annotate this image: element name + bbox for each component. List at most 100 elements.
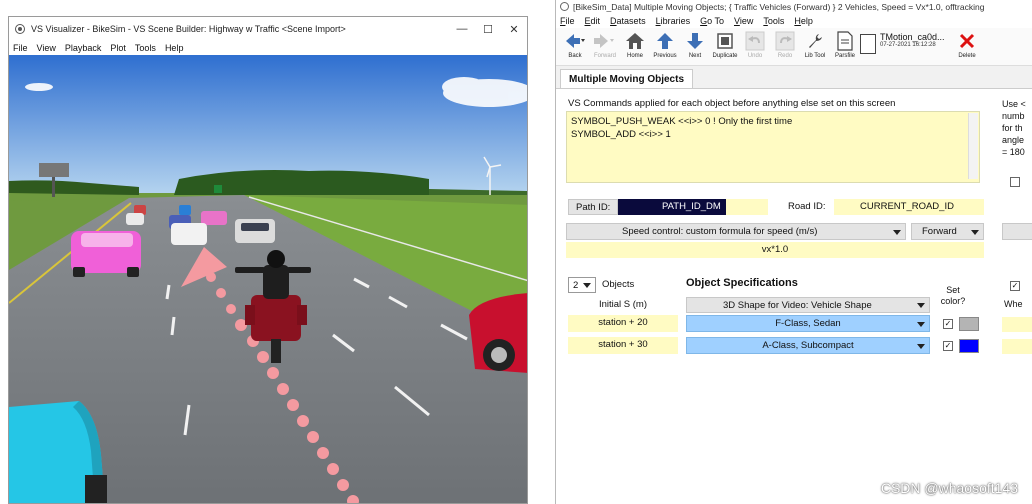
menu-go-to[interactable]: Go To <box>700 16 724 26</box>
chevron-down-icon <box>917 321 925 327</box>
watermark: CSDN @whaosoft143 <box>880 480 1018 496</box>
initial-s-header: Initial S (m) <box>598 299 648 310</box>
dataset-name: TMotion_ca0d... <box>880 32 945 42</box>
right-partial-panel: Use < numb for th angle = 180 ✓ Whe <box>988 89 1032 504</box>
path-id-field[interactable]: PATH_ID_DM <box>618 199 726 215</box>
object-count-dropdown[interactable]: 2 <box>568 277 596 293</box>
set-color-header: Set color? <box>940 285 966 306</box>
next-button[interactable]: Next <box>680 28 710 64</box>
menu-datasets[interactable]: Datasets <box>610 16 646 26</box>
wrench-icon <box>804 30 826 52</box>
forward-button[interactable]: Forward <box>590 28 620 64</box>
speed-formula-field[interactable]: vx*1.0 <box>566 242 984 258</box>
object-specifications-title: Object Specifications <box>686 277 798 289</box>
bikesim-window: [BikeSim_Data] Multiple Moving Objects; … <box>555 0 1032 504</box>
color-swatch[interactable] <box>959 317 979 331</box>
vs-menubar: File View Playback Plot Tools Help <box>9 41 527 55</box>
commands-label: VS Commands applied for each object befo… <box>568 98 896 109</box>
dataset-file-icon <box>860 34 876 54</box>
color-swatch[interactable] <box>959 339 979 353</box>
vs-menu-plot[interactable]: Plot <box>110 43 126 53</box>
redo-icon <box>774 30 796 52</box>
speed-control-dropdown[interactable]: Speed control: custom formula for speed … <box>566 223 906 240</box>
vs-titlebar: VS Visualizer - BikeSim - VS Scene Build… <box>9 17 527 41</box>
menu-view[interactable]: View <box>734 16 753 26</box>
shape-header-dropdown[interactable]: 3D Shape for Video: Vehicle Shape <box>686 297 930 313</box>
chevron-down-icon <box>971 229 979 235</box>
set-color-checkbox[interactable]: ✓ <box>943 341 953 351</box>
undo-icon <box>744 30 766 52</box>
vs-window-title: VS Visualizer - BikeSim - VS Scene Build… <box>31 24 346 34</box>
chevron-down-icon <box>917 303 925 308</box>
minimize-icon[interactable]: — <box>449 17 475 41</box>
partial-field[interactable] <box>1002 339 1032 354</box>
menu-tools[interactable]: Tools <box>763 16 784 26</box>
vs-visualizer-window: VS Visualizer - BikeSim - VS Scene Build… <box>8 16 528 504</box>
back-arrow-icon <box>564 30 586 52</box>
dataset-info: TMotion_ca0d... 07-27-2021 16:12:28 <box>860 28 950 64</box>
command-line: SYMBOL_PUSH_WEAK <<i>> 0 ! Only the firs… <box>571 116 793 127</box>
screen-content: VS Commands applied for each object befo… <box>556 88 1032 504</box>
back-button[interactable]: Back <box>560 28 590 64</box>
vehicle-shape-dropdown[interactable]: A-Class, Subcompact <box>686 337 930 354</box>
menu-libraries[interactable]: Libraries <box>656 16 691 26</box>
bikesim-window-title: [BikeSim_Data] Multiple Moving Objects; … <box>573 1 985 12</box>
chevron-down-icon <box>917 343 925 349</box>
bikesim-app-icon <box>560 2 569 11</box>
vs-menu-view[interactable]: View <box>37 43 56 53</box>
redo-button[interactable]: Redo <box>770 28 800 64</box>
3d-scene-viewport[interactable] <box>9 55 528 504</box>
initial-s-field[interactable]: station + 20 <box>568 315 678 332</box>
road-id-field[interactable]: CURRENT_ROAD_ID <box>834 199 984 215</box>
dataset-timestamp: 07-27-2021 16:12:28 <box>880 42 936 48</box>
previous-button[interactable]: Previous <box>650 28 680 64</box>
road-id-label: Road ID: <box>788 201 826 212</box>
bikesim-menubar: File Edit Datasets Libraries Go To View … <box>556 13 1032 28</box>
partial-checkbox[interactable] <box>1010 177 1020 187</box>
partial-label: Whe <box>1004 299 1023 309</box>
home-button[interactable]: Home <box>620 28 650 64</box>
partial-label: Use < numb for th angle = 180 <box>1002 99 1026 157</box>
home-icon <box>624 30 646 52</box>
forward-arrow-icon <box>594 30 616 52</box>
document-icon <box>834 30 856 52</box>
partial-field[interactable] <box>1002 317 1032 332</box>
delete-button[interactable]: Delete <box>952 28 982 64</box>
initial-s-field[interactable]: station + 30 <box>568 337 678 354</box>
duplicate-icon <box>714 30 736 52</box>
tab-multiple-moving-objects[interactable]: Multiple Moving Objects <box>560 69 694 88</box>
undo-button[interactable]: Undo <box>740 28 770 64</box>
commands-textarea[interactable]: SYMBOL_PUSH_WEAK <<i>> 0 ! Only the firs… <box>566 111 980 183</box>
path-id-label[interactable]: Path ID: <box>568 199 618 215</box>
vs-menu-playback[interactable]: Playback <box>65 43 102 53</box>
set-color-checkbox[interactable]: ✓ <box>943 319 953 329</box>
partial-button[interactable] <box>1002 223 1032 240</box>
direction-dropdown[interactable]: Forward <box>911 223 984 240</box>
down-arrow-icon <box>684 30 706 52</box>
menu-file[interactable]: File <box>560 16 575 26</box>
parsfile-button[interactable]: Parsfile <box>830 28 860 64</box>
maximize-icon[interactable]: ☐ <box>475 17 501 41</box>
menu-help[interactable]: Help <box>794 16 813 26</box>
highway-sign <box>214 185 222 193</box>
command-line: SYMBOL_ADD <<i>> 1 <box>571 129 671 140</box>
vehicle-shape-dropdown[interactable]: F-Class, Sedan <box>686 315 930 332</box>
bikesim-titlebar: [BikeSim_Data] Multiple Moving Objects; … <box>556 0 1032 13</box>
objects-label: Objects <box>602 279 635 290</box>
tab-bar: Multiple Moving Objects <box>556 66 1032 88</box>
lib-tool-button[interactable]: Lib Tool <box>800 28 830 64</box>
vs-menu-tools[interactable]: Tools <box>135 43 156 53</box>
chevron-down-icon <box>583 283 591 288</box>
vs-menu-help[interactable]: Help <box>165 43 184 53</box>
bikesim-toolbar: Back Forward Home Previous Next Duplicat… <box>556 28 1032 66</box>
visualizer-app-icon <box>15 24 25 34</box>
up-arrow-icon <box>654 30 676 52</box>
partial-checkbox[interactable]: ✓ <box>1010 281 1020 291</box>
menu-edit[interactable]: Edit <box>585 16 601 26</box>
delete-x-icon <box>956 30 978 52</box>
commands-scrollbar[interactable] <box>968 113 978 179</box>
vs-menu-file[interactable]: File <box>13 43 28 53</box>
close-icon[interactable]: ✕ <box>501 17 527 41</box>
duplicate-button[interactable]: Duplicate <box>710 28 740 64</box>
pink-vehicle <box>71 231 141 277</box>
